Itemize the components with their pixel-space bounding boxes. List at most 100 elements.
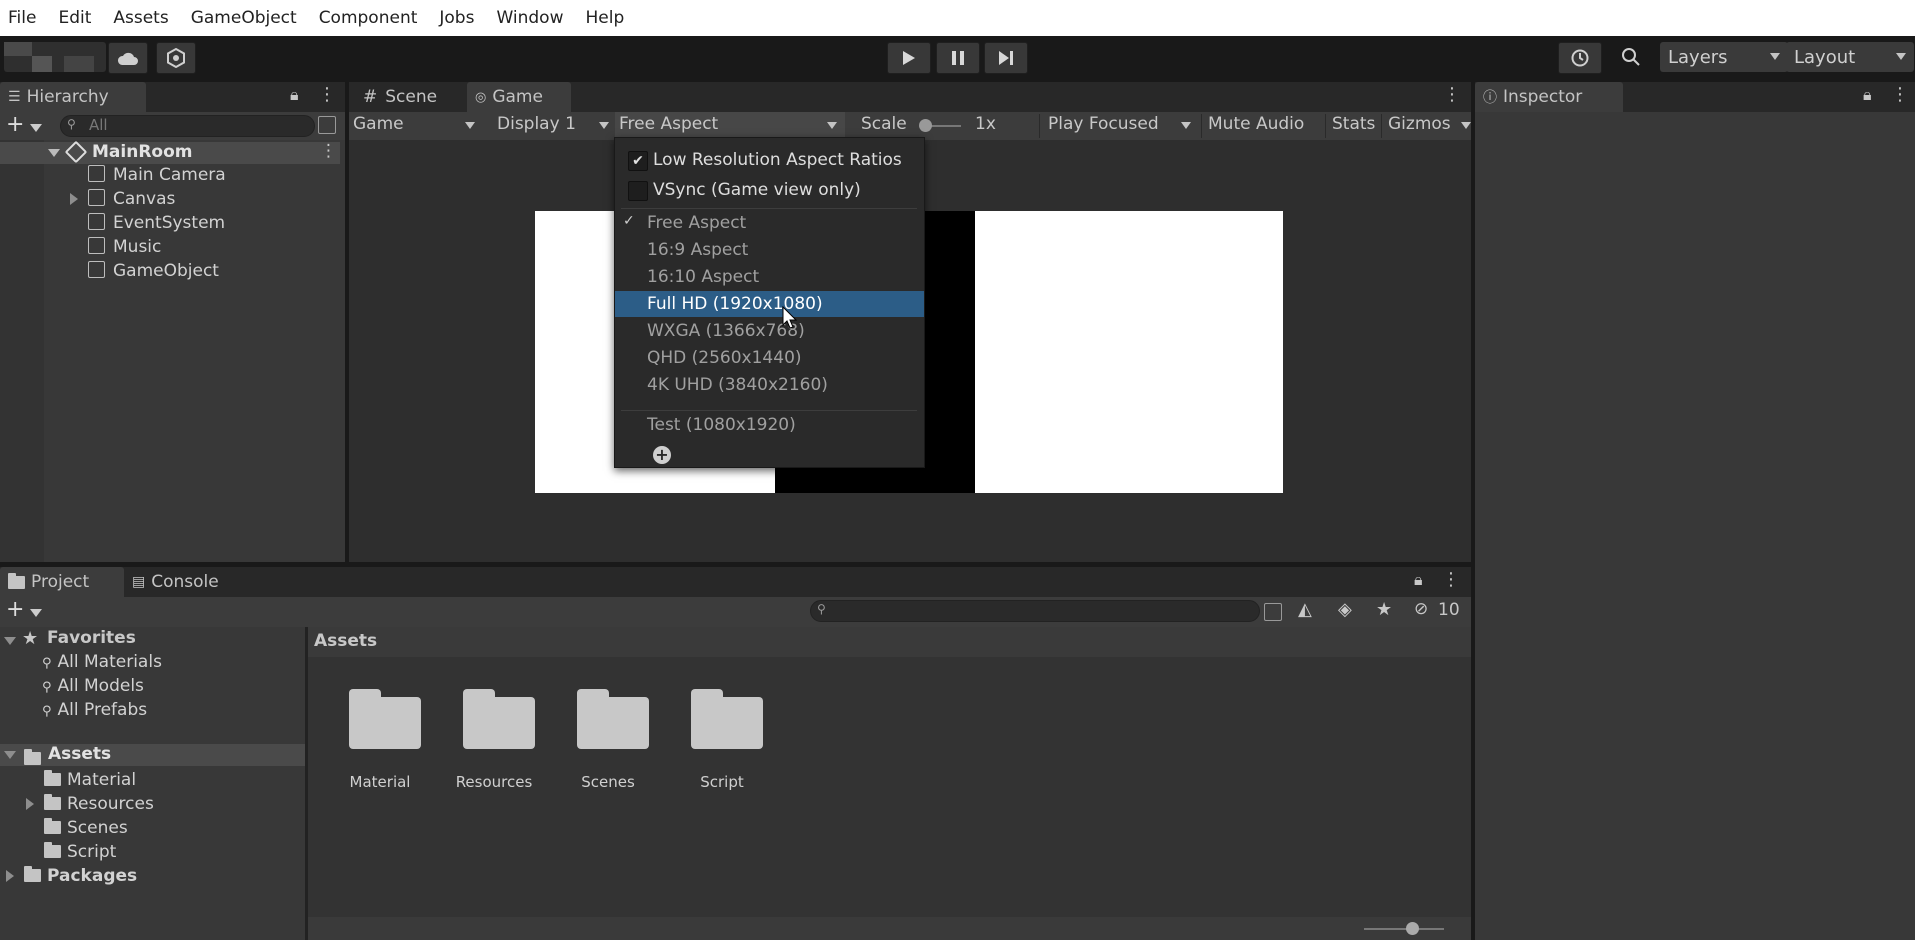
menu-window[interactable]: Window <box>488 8 563 28</box>
aspect-option[interactable]: 16:9 Aspect <box>615 237 924 263</box>
hierarchy-item[interactable]: EventSystem <box>88 213 225 233</box>
aspect-option[interactable]: ✓ Free Aspect <box>615 210 924 236</box>
breadcrumb-assets[interactable]: Assets <box>314 631 377 651</box>
aspect-dropdown[interactable]: Free Aspect <box>615 112 845 140</box>
vsync-toggle[interactable]: VSync (Game view only) <box>615 177 924 203</box>
game-mode-dropdown[interactable]: Game <box>353 114 483 138</box>
vsync-label: VSync (Game view only) <box>653 180 861 200</box>
tab-project[interactable]: Project <box>0 567 124 597</box>
add-icon[interactable]: + <box>6 112 24 137</box>
kebab-menu-icon[interactable]: ⋮ <box>320 141 337 161</box>
gizmos-label: Gizmos <box>1388 114 1451 134</box>
aspect-option-highlighted[interactable]: Full HD (1920x1080) <box>615 291 924 317</box>
gizmos-toggle[interactable]: Gizmos <box>1381 114 1471 138</box>
hierarchy-item[interactable]: Music <box>88 237 161 257</box>
expand-icon[interactable] <box>48 149 60 157</box>
menu-jobs[interactable]: Jobs <box>431 8 474 28</box>
scene-row[interactable]: MainRoom ⋮ <box>0 140 340 164</box>
play-icon <box>903 51 915 65</box>
expand-icon[interactable] <box>26 798 34 810</box>
hierarchy-search-input[interactable]: ⚲ All <box>60 115 315 137</box>
packages-label: Packages <box>47 866 138 886</box>
low-resolution-toggle[interactable]: ✔ Low Resolution Aspect Ratios <box>615 147 924 173</box>
mute-audio-toggle[interactable]: Mute Audio <box>1201 114 1325 138</box>
filter-by-type-icon[interactable]: ◭ <box>1298 599 1312 620</box>
history-button[interactable] <box>1558 42 1602 74</box>
add-icon[interactable]: + <box>6 597 24 622</box>
lock-icon[interactable]: 🔒︎ <box>1414 570 1423 590</box>
aspect-option[interactable]: 4K UHD (3840x2160) <box>615 372 924 398</box>
expand-icon[interactable] <box>4 637 16 645</box>
tab-scene[interactable]: # Scene <box>355 82 473 112</box>
menu-gameobject[interactable]: GameObject <box>183 8 297 28</box>
hierarchy-item[interactable]: Canvas <box>88 189 175 209</box>
favorites-item[interactable]: ⚲ All Materials <box>42 652 162 672</box>
menu-file[interactable]: File <box>0 8 36 28</box>
account-button[interactable] <box>4 42 106 72</box>
tab-hierarchy[interactable]: ☰ Hierarchy <box>0 82 146 112</box>
play-button[interactable] <box>887 42 931 74</box>
asset-folder-item[interactable]: Resources <box>44 794 154 814</box>
asset-grid-label: Resources <box>455 773 533 791</box>
asset-grid-item[interactable]: Script <box>682 689 792 791</box>
kebab-menu-icon[interactable]: ⋮ <box>318 84 336 105</box>
kebab-menu-icon[interactable]: ⋮ <box>1442 569 1460 590</box>
favorites-item[interactable]: ⚲ All Models <box>42 676 144 696</box>
tab-console[interactable]: ▤ Console <box>124 567 252 597</box>
step-button[interactable] <box>984 42 1028 74</box>
asset-grid-item[interactable]: Resources <box>454 689 564 791</box>
assets-row[interactable]: Assets <box>0 744 305 766</box>
scale-slider[interactable] <box>919 119 961 132</box>
search-by-type-icon[interactable] <box>318 116 336 134</box>
layout-dropdown[interactable]: Layout <box>1786 42 1914 72</box>
expand-icon[interactable] <box>6 870 14 882</box>
aspect-option[interactable]: WXGA (1366x768) <box>615 318 924 344</box>
aspect-option[interactable]: QHD (2560x1440) <box>615 345 924 371</box>
cloud-button[interactable] <box>108 42 148 74</box>
collab-button[interactable] <box>156 42 196 74</box>
icon-size-slider[interactable] <box>1364 922 1444 935</box>
stats-toggle[interactable]: Stats <box>1325 114 1381 138</box>
expand-icon[interactable] <box>70 193 78 205</box>
checkbox-checked[interactable]: ✔ <box>628 151 648 171</box>
aspect-option[interactable]: 16:10 Aspect <box>615 264 924 290</box>
lock-icon[interactable]: 🔒︎ <box>290 85 299 105</box>
menu-component[interactable]: Component <box>311 8 418 28</box>
menu-help[interactable]: Help <box>577 8 624 28</box>
asset-folder-item[interactable]: Scenes <box>44 818 128 838</box>
scale-slider-thumb[interactable] <box>919 119 932 132</box>
menu-assets[interactable]: Assets <box>105 8 168 28</box>
add-dropdown-icon[interactable] <box>30 124 42 132</box>
packages-item[interactable]: Packages <box>24 866 137 886</box>
hierarchy-item[interactable]: Main Camera <box>88 165 226 185</box>
search-button[interactable] <box>1610 42 1652 72</box>
favorite-star-icon[interactable]: ★ <box>1376 599 1392 620</box>
checkbox-unchecked[interactable] <box>628 181 648 201</box>
kebab-menu-icon[interactable]: ⋮ <box>1891 84 1909 105</box>
asset-folder-item[interactable]: Script <box>44 842 116 862</box>
play-focused-dropdown[interactable]: Play Focused <box>1039 114 1199 138</box>
expand-icon[interactable] <box>4 751 16 759</box>
asset-grid-item[interactable]: Material <box>340 689 450 791</box>
filter-by-label-icon[interactable]: ◈ <box>1338 599 1352 620</box>
add-aspect-button[interactable]: + <box>653 446 671 464</box>
search-by-type-icon[interactable] <box>1264 603 1282 621</box>
hierarchy-item[interactable]: GameObject <box>88 261 219 281</box>
add-dropdown-icon[interactable] <box>30 609 42 617</box>
asset-grid-label: Script <box>700 773 744 791</box>
layers-dropdown[interactable]: Layers <box>1660 42 1788 72</box>
custom-aspect-option[interactable]: Test (1080x1920) <box>615 412 924 438</box>
kebab-menu-icon[interactable]: ⋮ <box>1443 84 1461 105</box>
asset-folder-item[interactable]: Material <box>44 770 136 790</box>
asset-grid-item[interactable]: Scenes <box>568 689 678 791</box>
icon-size-slider-thumb[interactable] <box>1406 922 1419 935</box>
tab-game[interactable]: ◎ Game <box>467 82 571 112</box>
pause-button[interactable] <box>936 42 980 74</box>
lock-icon[interactable]: 🔒︎ <box>1863 85 1872 105</box>
hidden-packages-icon[interactable]: ⊘ <box>1414 599 1428 619</box>
favorites-item[interactable]: ⚲ All Prefabs <box>42 700 147 720</box>
project-search-input[interactable]: ⚲ <box>810 600 1260 622</box>
tab-inspector[interactable]: ⓘ Inspector <box>1475 82 1623 112</box>
display-dropdown[interactable]: Display 1 <box>497 114 617 138</box>
menu-edit[interactable]: Edit <box>50 8 91 28</box>
